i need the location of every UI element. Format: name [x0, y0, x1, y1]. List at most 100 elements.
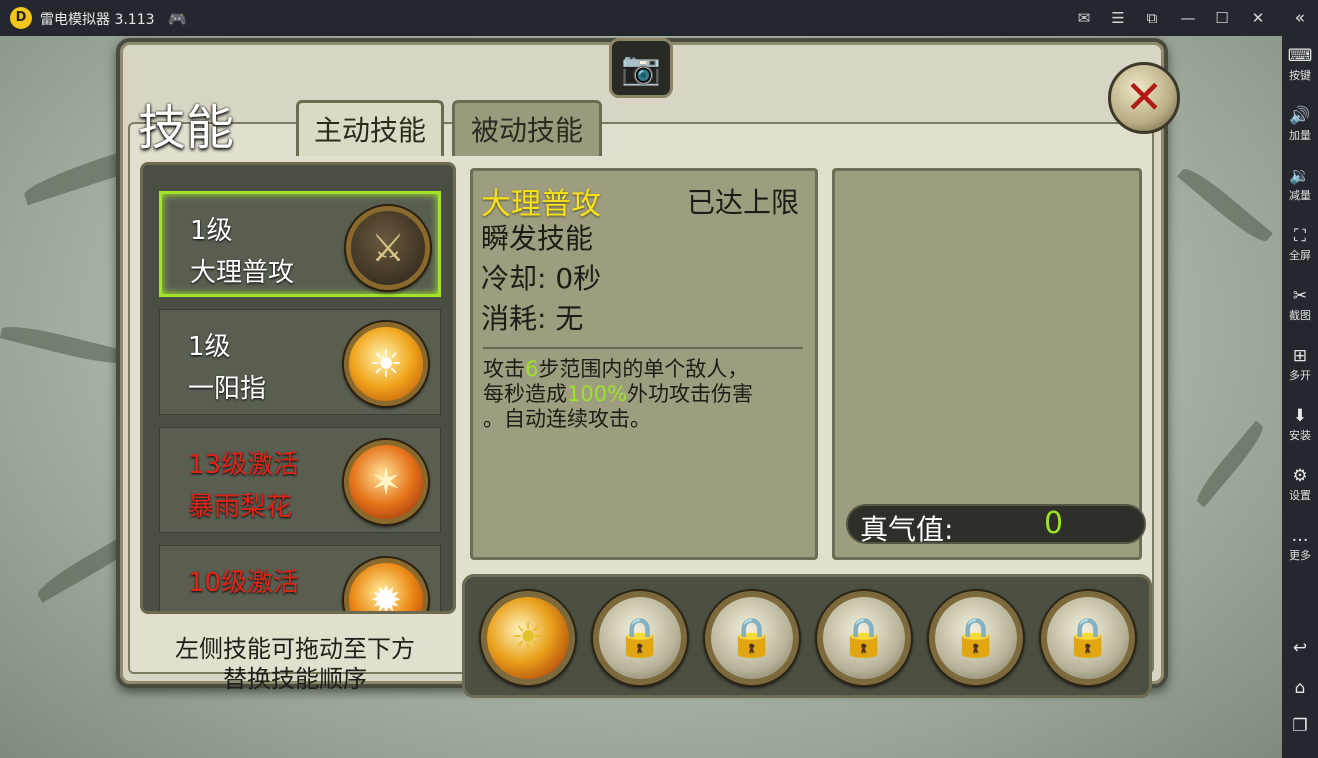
lock-icon: 🔒 — [952, 615, 1000, 659]
detail-cooldown: 冷却: 0秒 — [481, 257, 601, 297]
close-panel-button[interactable]: ✕ — [1108, 62, 1180, 134]
skill-slot-6[interactable]: 🔒 — [1041, 591, 1135, 685]
minimize-icon[interactable]: — — [1178, 8, 1198, 28]
sidebar-item-label: 加量 — [1289, 129, 1311, 142]
skill-level: 1级 — [188, 332, 231, 362]
tab-active-skills[interactable]: 主动技能 — [296, 100, 444, 156]
burst-icon: ✹ — [344, 558, 428, 611]
keyboard-icon: ⌨ — [1287, 46, 1313, 66]
skill-slot-2[interactable]: 🔒 — [593, 591, 687, 685]
mail-icon[interactable]: ✉ — [1074, 8, 1094, 28]
sidebar-item-keymap[interactable]: ⌨ 按键 — [1282, 46, 1318, 83]
skill-detail: 大理普攻 已达上限 瞬发技能 冷却: 0秒 消耗: 无 攻击6步范围内的单个敌人… — [470, 168, 818, 560]
camera-icon: 📷 — [621, 49, 661, 87]
skill-preview-box — [832, 168, 1142, 560]
skill-item-dali-attack[interactable]: 1级 大理普攻 ⚔ — [159, 191, 441, 297]
nav-recent-button[interactable]: ❐ — [1282, 716, 1318, 736]
gamepad-icon[interactable]: 🎮 — [168, 10, 187, 28]
sidebar-item-more[interactable]: … 更多 — [1282, 526, 1318, 563]
sidebar-item-label: 按键 — [1289, 69, 1311, 82]
lock-icon: 🔒 — [728, 615, 776, 659]
sidebar-item-volume-down[interactable]: 🔉 减量 — [1282, 166, 1318, 203]
skill-item-yiyangzhi[interactable]: 1级 一阳指 ☀ — [159, 309, 441, 415]
close-icon[interactable]: ✕ — [1248, 8, 1268, 28]
sidebar-item-screenshot[interactable]: ✂ 截图 — [1282, 286, 1318, 323]
sidebar-item-label: 减量 — [1289, 189, 1311, 202]
skill-name: 一阳指 — [188, 374, 267, 404]
skill-level: 1级 — [190, 216, 233, 246]
skill-item-locked-lv10[interactable]: 10级激活 ✹ — [159, 545, 441, 611]
sidebar-item-settings[interactable]: ⚙ 设置 — [1282, 466, 1318, 503]
sidebar-item-label: 截图 — [1289, 309, 1311, 322]
volume-up-icon: 🔊 — [1289, 106, 1311, 126]
drag-hint-line: 替换技能顺序 — [223, 665, 367, 693]
desc-text: 每秒造成 — [483, 382, 567, 406]
app-logo-icon: D — [10, 7, 32, 29]
qi-label: 真气值: — [860, 513, 954, 546]
collapse-sidebar-button[interactable]: « — [1282, 8, 1318, 28]
sidebar-item-label: 多开 — [1289, 369, 1311, 382]
qi-value: 0 — [1044, 506, 1064, 541]
drag-hint: 左侧技能可拖动至下方 替换技能顺序 — [150, 634, 440, 694]
skill-slot-bar: ☀ 🔒 🔒 🔒 🔒 🔒 — [462, 574, 1152, 698]
skill-name: 大理普攻 — [190, 258, 295, 288]
home-icon: ⌂ — [1294, 678, 1306, 698]
skill-item-baoyulihua[interactable]: 13级激活 暴雨梨花 ✶ — [159, 427, 441, 533]
skill-unlock-level: 10级激活 — [188, 568, 300, 598]
restore-mini-icon[interactable]: ⧉ — [1142, 8, 1162, 28]
volume-down-icon: 🔉 — [1289, 166, 1311, 186]
sidebar-item-multi-instance[interactable]: ⊞ 多开 — [1282, 346, 1318, 383]
nav-home-button[interactable]: ⌂ — [1282, 678, 1318, 698]
cooldown-label: 冷却: — [481, 262, 547, 295]
sidebar-item-fullscreen[interactable]: ⛶ 全屏 — [1282, 226, 1318, 263]
detail-description: 攻击6步范围内的单个敌人， 每秒造成100%外功攻击伤害 。自动连续攻击。 — [483, 357, 813, 432]
menu-icon[interactable]: ☰ — [1108, 8, 1128, 28]
gear-icon: ⚙ — [1292, 466, 1308, 486]
bamboo-leaf-decoration — [0, 320, 131, 370]
page-title: 技能 — [138, 100, 235, 156]
rain-arrows-icon: ✶ — [344, 440, 428, 524]
skill-slot-3[interactable]: 🔒 — [705, 591, 799, 685]
skill-slot-1[interactable]: ☀ — [481, 591, 575, 685]
cooldown-value: 0秒 — [555, 262, 602, 295]
desc-text: 。自动连续攻击。 — [483, 407, 651, 431]
sidebar-item-label: 设置 — [1289, 489, 1311, 502]
cost-value: 无 — [555, 302, 584, 335]
emulator-sidebar: « ⌨ 按键 🔊 加量 🔉 减量 ⛶ 全屏 ✂ 截图 ⊞ 多开 ⬇ 安装 ⚙ 设置 … 更多 ↩ … — [1282, 0, 1318, 758]
fullscreen-icon: ⛶ — [1294, 226, 1306, 246]
more-icon: … — [1291, 526, 1309, 546]
scissors-icon: ✂ — [1292, 286, 1308, 306]
lock-icon: 🔒 — [616, 615, 664, 659]
skill-list: 1级 大理普攻 ⚔ 1级 一阳指 ☀ 13级激活 暴雨梨花 ✶ 10级激活 ✹ — [140, 162, 456, 614]
skill-slot-5[interactable]: 🔒 — [929, 591, 1023, 685]
desc-text: 外功攻击伤害 — [627, 382, 754, 406]
bamboo-leaf-decoration — [1191, 420, 1269, 508]
nav-back-button[interactable]: ↩ — [1282, 638, 1318, 658]
camera-button[interactable]: 📷 — [609, 38, 673, 98]
detail-cost: 消耗: 无 — [481, 297, 583, 337]
desc-text: 攻击 — [483, 357, 525, 381]
detail-skill-type: 瞬发技能 — [481, 222, 594, 255]
qi-bar: 真气值: 0 — [846, 504, 1146, 546]
skill-name: 暴雨梨花 — [188, 492, 293, 522]
drag-hint-line: 左侧技能可拖动至下方 — [175, 635, 415, 663]
emulator-titlebar: D 雷电模拟器 3.113 🎮 ✉ ☰ ⧉ — ☐ ✕ — [0, 0, 1318, 36]
multi-window-icon: ⊞ — [1292, 346, 1308, 366]
lock-icon: 🔒 — [840, 615, 888, 659]
bamboo-leaf-decoration — [1177, 162, 1273, 248]
tab-passive-skills[interactable]: 被动技能 — [452, 100, 602, 156]
sidebar-item-label: 安装 — [1289, 429, 1311, 442]
sidebar-item-volume-up[interactable]: 🔊 加量 — [1282, 106, 1318, 143]
recent-apps-icon: ❐ — [1292, 716, 1308, 736]
apk-install-icon: ⬇ — [1292, 406, 1308, 426]
back-icon: ↩ — [1292, 638, 1308, 658]
close-x-icon: ✕ — [1124, 70, 1164, 124]
collapse-icon: « — [1294, 8, 1306, 28]
skill-unlock-level: 13级激活 — [188, 450, 300, 480]
desc-text: 步范围内的单个敌人， — [538, 357, 749, 381]
maximize-icon[interactable]: ☐ — [1212, 8, 1232, 28]
detail-divider — [483, 347, 803, 349]
sidebar-item-install-apk[interactable]: ⬇ 安装 — [1282, 406, 1318, 443]
skill-slot-4[interactable]: 🔒 — [817, 591, 911, 685]
sun-eye-icon: ☀ — [344, 322, 428, 406]
